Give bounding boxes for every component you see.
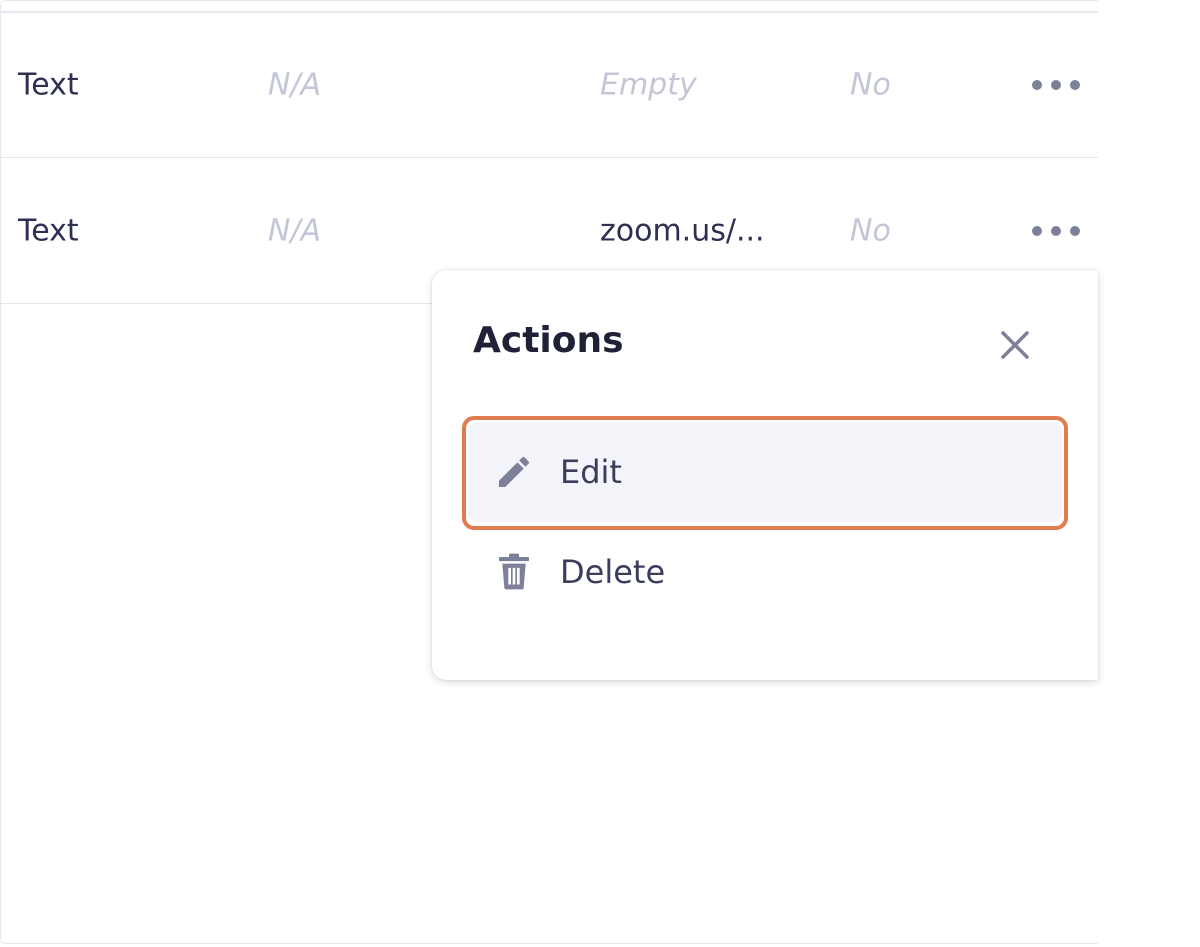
more-horizontal-icon[interactable]	[1032, 216, 1080, 246]
field-type-cell: Text	[18, 213, 79, 248]
delete-menu-item[interactable]: Delete	[468, 522, 1062, 622]
table-row: Text N/A Empty No	[0, 12, 1098, 158]
edit-label: Edit	[560, 453, 622, 491]
page-gutter	[1098, 0, 1200, 947]
field-default-cell: N/A	[268, 67, 322, 102]
edit-menu-item[interactable]: Edit	[468, 422, 1062, 522]
delete-label: Delete	[560, 553, 666, 591]
trash-icon	[494, 552, 534, 592]
more-horizontal-icon[interactable]	[1032, 70, 1080, 100]
field-value-cell: zoom.us/...	[600, 213, 765, 248]
close-icon[interactable]	[998, 328, 1032, 362]
field-value-cell: Empty	[600, 67, 697, 102]
actions-menu: Actions Edit Delete	[432, 270, 1098, 680]
field-required-cell: No	[850, 213, 891, 248]
actions-menu-title: Actions	[473, 320, 624, 361]
field-default-cell: N/A	[268, 213, 322, 248]
field-required-cell: No	[850, 67, 891, 102]
field-type-cell: Text	[18, 67, 79, 102]
pencil-icon	[494, 452, 534, 492]
